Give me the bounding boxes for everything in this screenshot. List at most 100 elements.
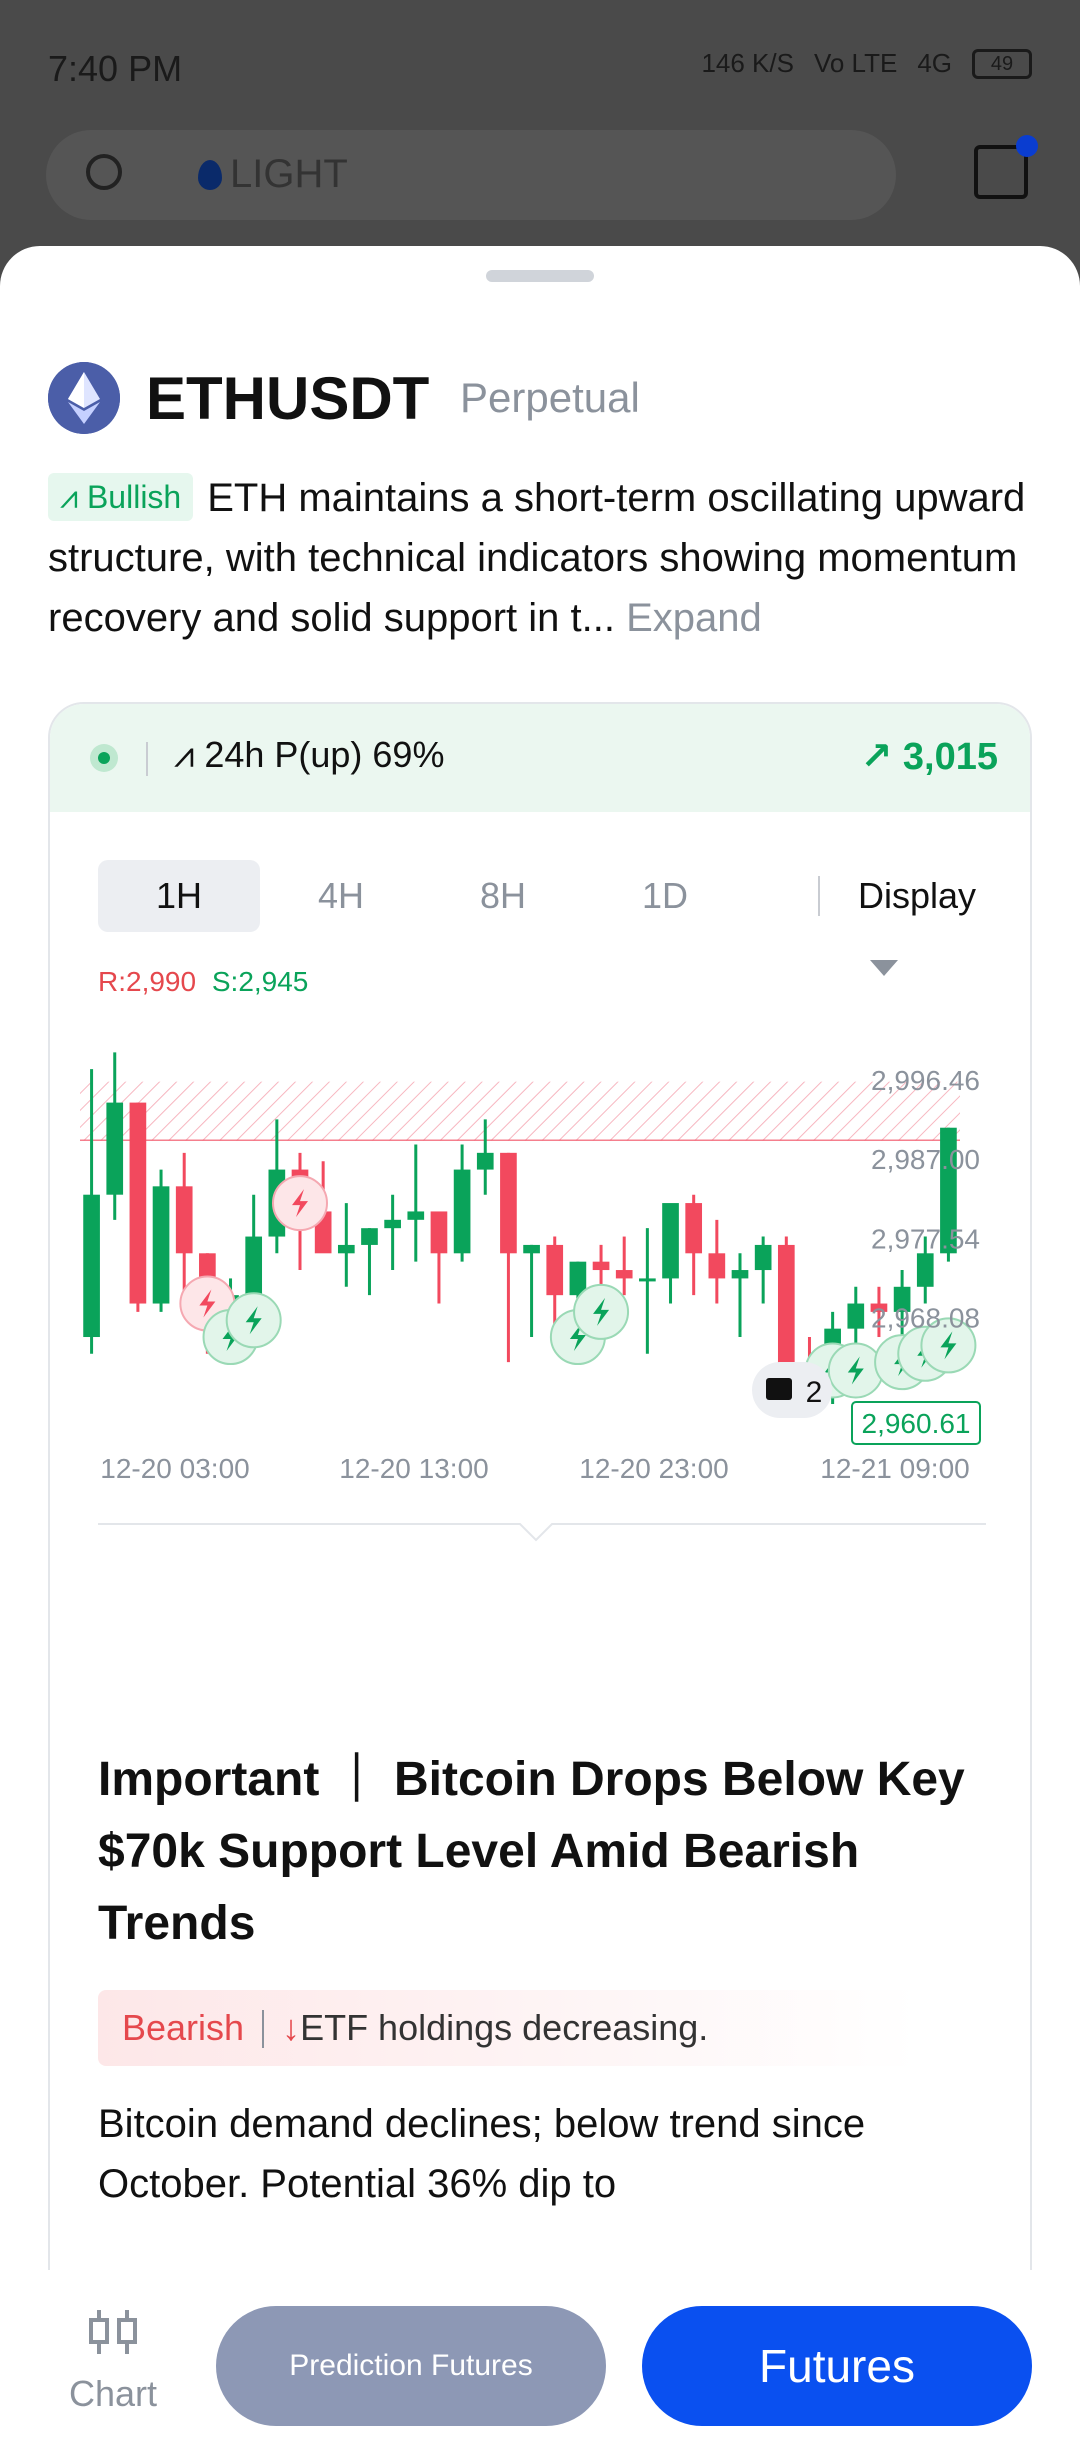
candle-body [592, 1261, 610, 1271]
candle-body [152, 1186, 170, 1304]
sell-signal-icon [272, 1175, 328, 1232]
arrow-down-icon: ↓ [282, 2007, 301, 2048]
candle-body [430, 1211, 448, 1254]
caret-down-icon [870, 960, 898, 976]
candle-body [731, 1270, 749, 1279]
section-divider [98, 1523, 986, 1542]
news-sentiment-label: Bearish [122, 2007, 245, 2048]
news-title[interactable]: Important ｜ Bitcoin Drops Below Key $70k… [98, 1744, 988, 1960]
candle-body [500, 1152, 517, 1254]
network-type: 4G [917, 48, 952, 78]
prediction-price-value: 3,015 [902, 736, 998, 778]
candle-body [639, 1278, 656, 1282]
search-icon [86, 154, 122, 190]
candle-body [523, 1244, 540, 1254]
news-sentiment-reason: ETF holdings decreasing. [300, 2007, 709, 2048]
display-dropdown[interactable]: Display [858, 860, 988, 1004]
tab-4h[interactable]: 4H [260, 860, 422, 932]
drop-icon [198, 160, 222, 190]
candle-body [615, 1270, 633, 1279]
candle-body [777, 1244, 795, 1371]
summary-text: ETH maintains a short-term oscillating u… [48, 476, 1026, 640]
candle-body [175, 1186, 193, 1254]
x-tick-label: 12-20 03:00 [100, 1453, 249, 1484]
volte-indicator: Vo LTE [813, 48, 898, 78]
y-tick-label: 2,968.08 [871, 1303, 980, 1334]
support-level: S:2,945 [211, 966, 309, 997]
prediction-price: ↗ 3,015 [861, 734, 999, 779]
y-tick-label: 2,996.46 [871, 1065, 980, 1096]
news-icon [766, 1378, 792, 1400]
candle-body [83, 1194, 100, 1338]
sentiment-divider [262, 2010, 265, 2048]
display-label: Display [858, 875, 977, 916]
ai-icon: ⩘ [174, 734, 205, 775]
buy-signal-icon [573, 1283, 630, 1340]
eth-coin-icon [48, 362, 120, 434]
candle-body [476, 1152, 494, 1170]
futures-button[interactable]: Futures [642, 2306, 1032, 2426]
candle-body [916, 1253, 934, 1287]
prediction-futures-button[interactable]: Prediction Futures [216, 2306, 606, 2426]
y-tick-label: 2,987.00 [871, 1144, 980, 1175]
resistance-level: R:2,990 [98, 966, 197, 997]
buy-signal-icon [225, 1292, 282, 1349]
candle-body [546, 1244, 564, 1296]
candle-body [453, 1169, 471, 1254]
tab-1d[interactable]: 1D [584, 860, 746, 932]
status-icons: 146 K/S Vo LTE 4G 49 [701, 48, 1032, 79]
candle-body [245, 1236, 263, 1296]
prediction-probability-text: 24h P(up) 69% [204, 734, 445, 775]
prediction-probability: ⩘ 24h P(up) 69% [174, 734, 444, 777]
candle-body [407, 1211, 425, 1220]
battery-icon: 49 [972, 48, 1032, 79]
x-tick-label: 12-20 13:00 [339, 1453, 488, 1484]
bullish-tag-label: Bullish [86, 479, 182, 515]
tab-1h[interactable]: 1H [98, 860, 260, 932]
candle-body [106, 1102, 124, 1195]
y-tick-label: 2,977.54 [871, 1223, 980, 1254]
last-price-value: 2,960.61 [862, 1408, 971, 1439]
candle-body [685, 1203, 703, 1254]
chart-button-label: Chart [68, 2373, 158, 2414]
candle-body [384, 1219, 401, 1229]
status-time: 7:40 PM [48, 48, 183, 89]
last-price-tag: 2,960.61 [851, 1401, 981, 1445]
news-count: 2 [806, 1376, 823, 1409]
instrument-type: Perpetual [460, 374, 640, 421]
candle-body [847, 1303, 865, 1329]
background-search-bar[interactable]: LIGHT [46, 130, 896, 220]
candlestick-chart[interactable]: 2,996.46 2,987.00 2,977.54 2,968.08 12-20 0… [50, 1004, 1032, 1824]
chart-button[interactable]: Chart [48, 2306, 178, 2415]
bullish-tag: ⩘ Bullish [48, 473, 194, 521]
candle-body [708, 1253, 726, 1279]
news-count-badge: 2 [752, 1362, 832, 1418]
x-tick-label: 12-21 09:00 [820, 1453, 969, 1484]
prediction-card: ⩘ 24h P(up) 69% ↗ 3,015 1H 4H 8H 1D Disp… [48, 702, 1032, 2460]
background-search-text: LIGHT [230, 152, 348, 196]
tab-8h[interactable]: 8H [422, 860, 584, 932]
status-bar: 7:40 PM 146 K/S Vo LTE 4G 49 [0, 0, 1080, 130]
candlestick-icon [89, 2310, 137, 2354]
news-sentiment: Bearish ↓ETF holdings decreasing. [98, 1990, 918, 2066]
buy-signal-icon [827, 1342, 884, 1399]
instrument-sheet: ETHUSDT Perpetual ⩘ Bullish ETH maintains… [0, 246, 1080, 2460]
trend-up-icon: ↗ [860, 736, 903, 778]
sheet-drag-handle[interactable] [486, 270, 594, 282]
bottom-action-bar: Chart Prediction Futures Futures [0, 2270, 1080, 2460]
resistance-zone [80, 1081, 960, 1141]
ai-summary: ⩘ Bullish ETH maintains a short-term osci… [48, 468, 1038, 648]
tabs-divider [818, 876, 820, 916]
candle-body [361, 1228, 378, 1245]
header-divider [146, 742, 148, 776]
background-menu-icon[interactable] [974, 135, 1038, 199]
net-speed: 146 K/S [701, 48, 794, 78]
instrument-symbol: ETHUSDT [146, 365, 430, 432]
candle-body [754, 1244, 772, 1271]
candle-body [662, 1203, 679, 1279]
notification-dot [1016, 135, 1038, 157]
support-resistance-levels: R:2,990 S:2,945 [98, 966, 308, 998]
timeframe-tabs: 1H 4H 8H 1D Display [98, 860, 988, 976]
trend-icon: ⩘ [60, 479, 87, 515]
expand-link[interactable]: Expand [626, 596, 762, 640]
